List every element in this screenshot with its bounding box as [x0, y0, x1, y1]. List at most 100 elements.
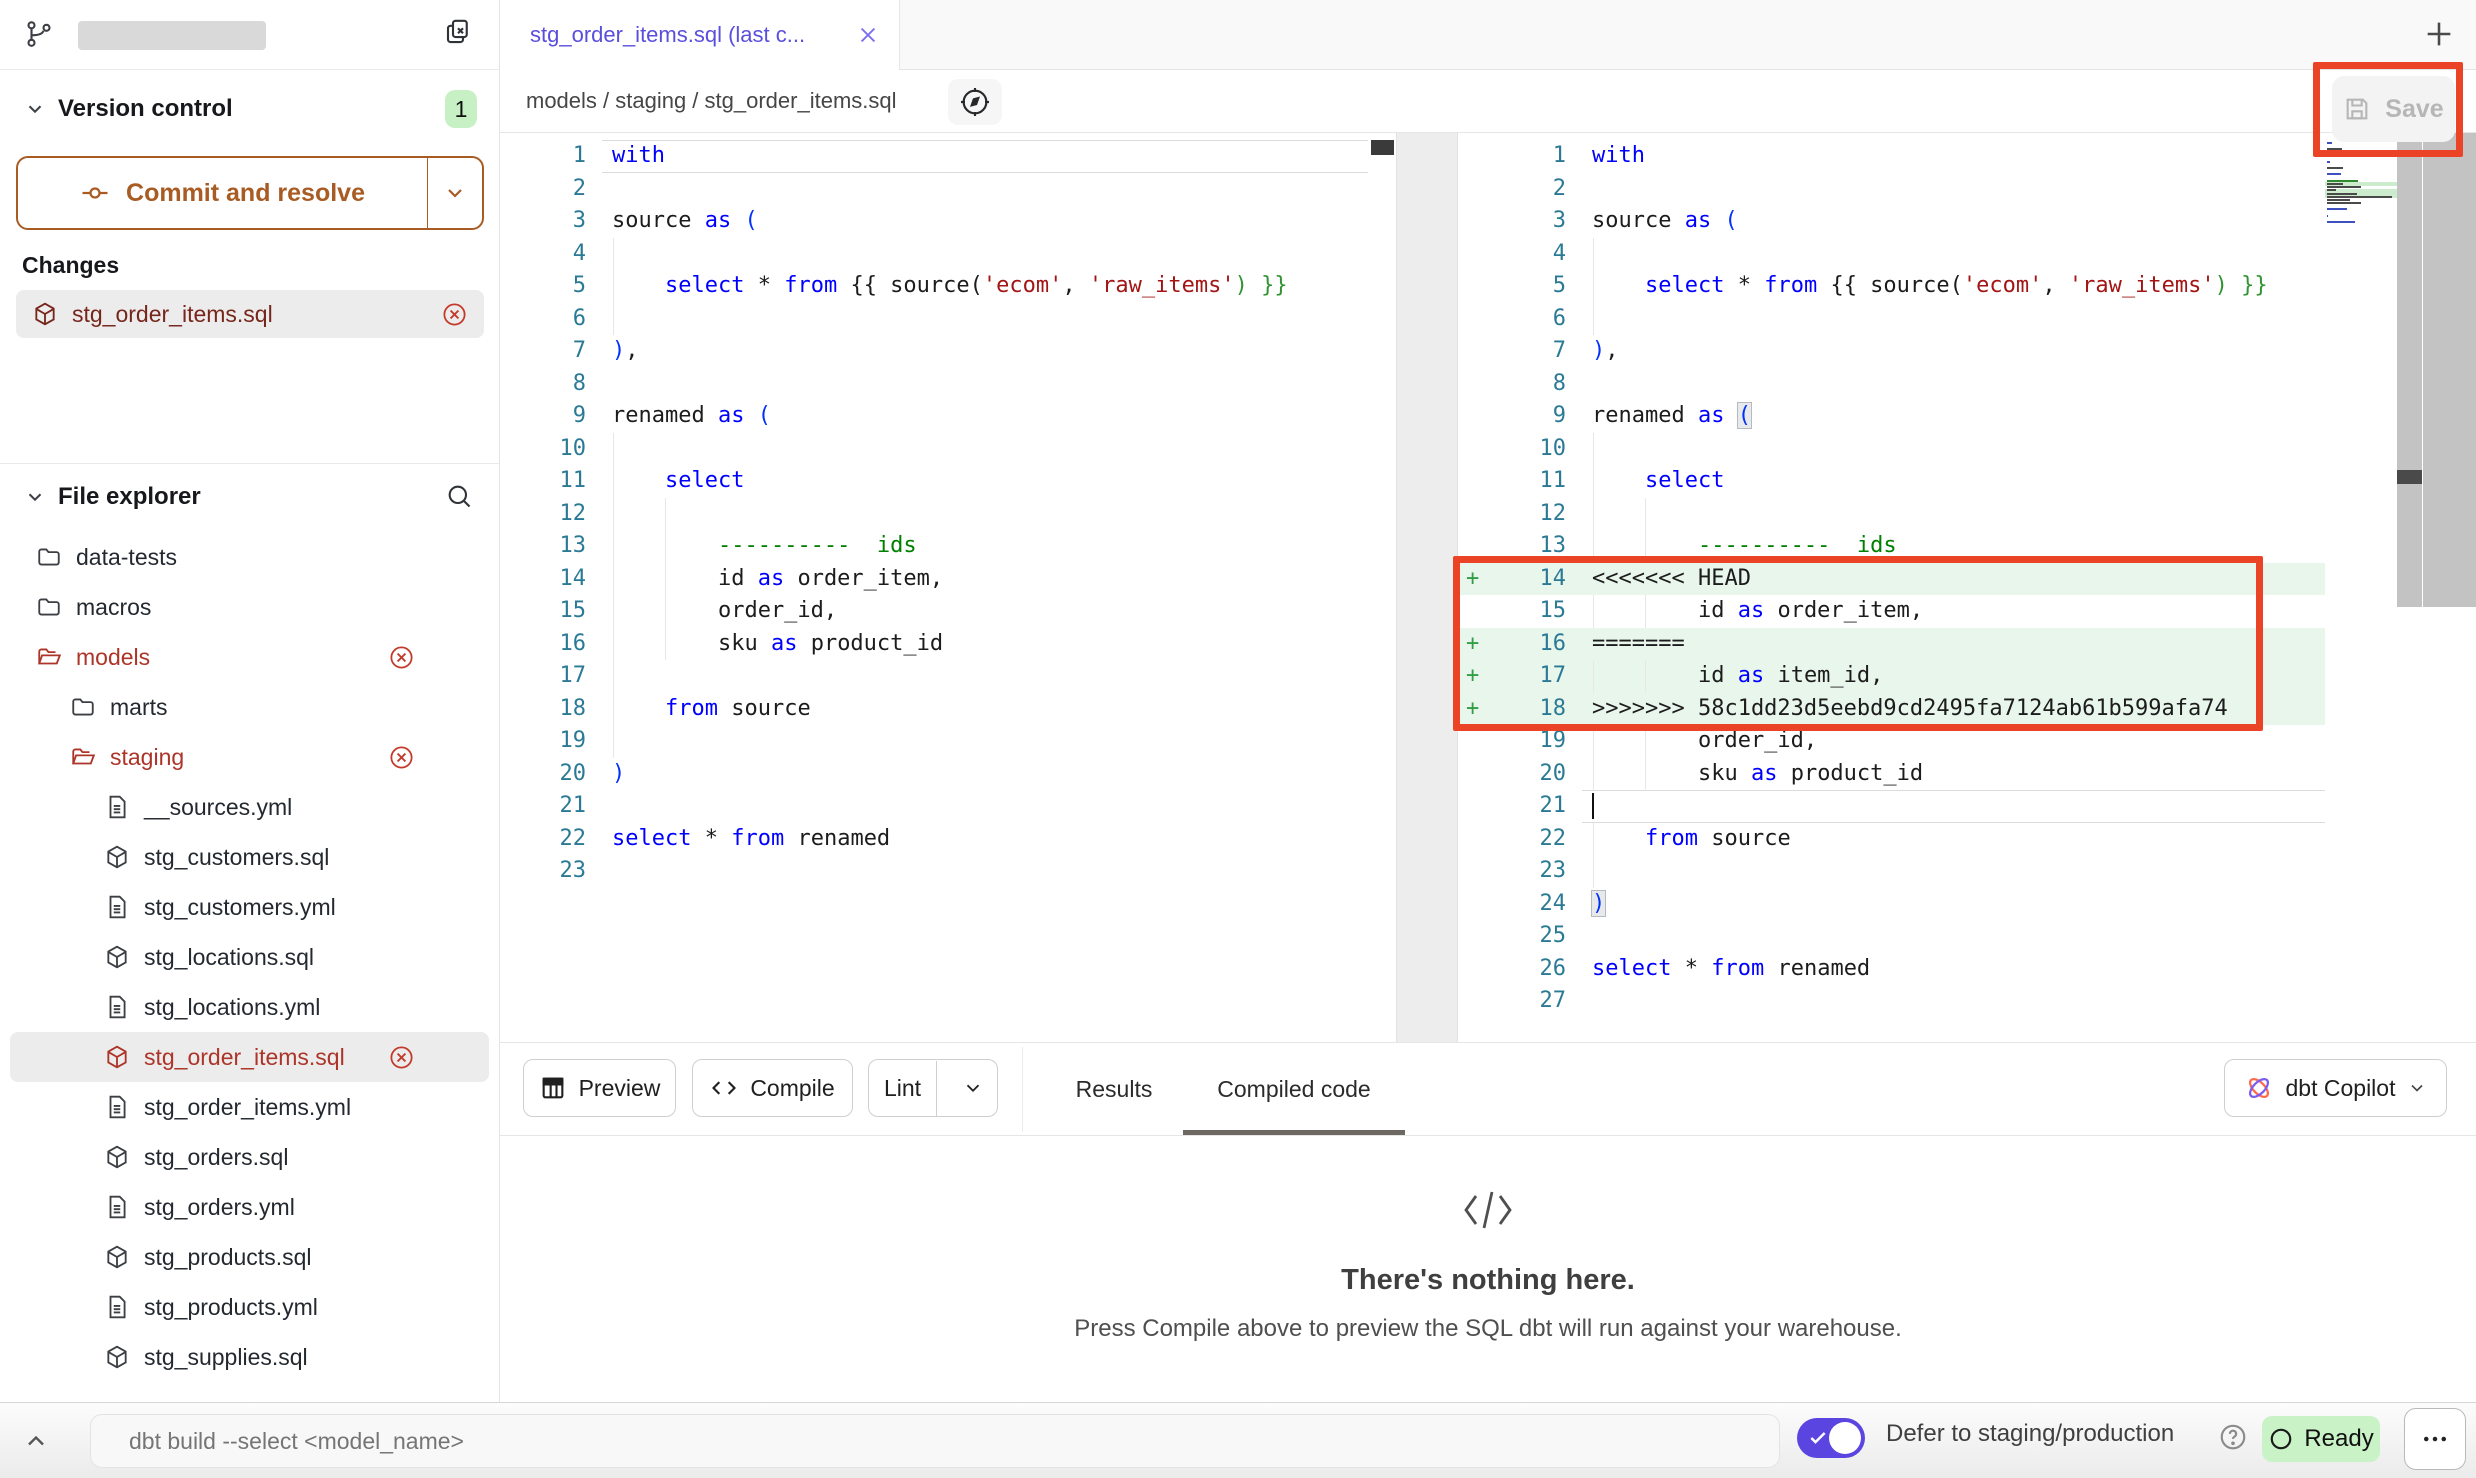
code-line[interactable]: 7), [1458, 335, 2325, 368]
dbt-copilot-button[interactable]: dbt Copilot [2224, 1059, 2447, 1117]
code-line[interactable]: 2 [500, 173, 1368, 206]
code-line[interactable]: 23 [1458, 855, 2325, 888]
file-row-macros[interactable]: macros [0, 582, 499, 632]
search-icon[interactable] [445, 482, 473, 510]
file-row-stg-locations-yml[interactable]: stg_locations.yml [0, 982, 499, 1032]
chevron-up-icon[interactable] [22, 1427, 50, 1455]
code-line[interactable]: 18 from source [500, 693, 1368, 726]
code-line[interactable]: 9renamed as ( [500, 400, 1368, 433]
close-icon[interactable] [857, 24, 879, 46]
changed-file-row[interactable]: stg_order_items.sql [16, 290, 484, 338]
code-line[interactable]: 13 ---------- ids [500, 530, 1368, 563]
chevron-down-icon[interactable] [24, 486, 46, 508]
file-row-data-tests[interactable]: data-tests [0, 532, 499, 582]
lint-button[interactable]: Lint [868, 1059, 998, 1117]
code-line[interactable]: 8 [1458, 368, 2325, 401]
file-row-stg-products-sql[interactable]: stg_products.sql [0, 1232, 499, 1282]
code-line[interactable]: 3source as ( [500, 205, 1368, 238]
code-line[interactable]: 3source as ( [1458, 205, 2325, 238]
code-line[interactable]: 20 sku as product_id [1458, 758, 2325, 791]
tab-results[interactable]: Results [1073, 1043, 1155, 1135]
code-line[interactable]: 12 [1458, 498, 2325, 531]
code-line[interactable]: +16======= [1458, 628, 2325, 661]
file-row-stg-customers-yml[interactable]: stg_customers.yml [0, 882, 499, 932]
file-row-stg-orders-sql[interactable]: stg_orders.sql [0, 1132, 499, 1182]
code-line[interactable]: 7), [500, 335, 1368, 368]
discard-changes-icon[interactable] [388, 1044, 415, 1071]
file-row--sources-yml[interactable]: __sources.yml [0, 782, 499, 832]
new-tab-button[interactable] [2422, 17, 2456, 51]
right-editor-scrollbar-track[interactable] [2397, 133, 2422, 607]
code-line[interactable]: 25 [1458, 920, 2325, 953]
code-line[interactable]: 22select * from renamed [500, 823, 1368, 856]
code-line[interactable]: 12 [500, 498, 1368, 531]
discard-changes-icon[interactable] [441, 301, 468, 328]
file-explorer-header[interactable]: File explorer [0, 478, 499, 516]
code-line[interactable]: 27 [1458, 985, 2325, 1018]
code-line[interactable]: 26select * from renamed [1458, 953, 2325, 986]
command-input[interactable] [90, 1414, 1780, 1468]
save-button[interactable]: Save [2332, 76, 2455, 142]
file-row-stg-supplies-sql[interactable]: stg_supplies.sql [0, 1332, 499, 1382]
code-line[interactable]: 15 id as order_item, [1458, 595, 2325, 628]
lint-options-caret[interactable] [949, 1077, 997, 1099]
code-line[interactable]: 10 [500, 433, 1368, 466]
code-line[interactable]: 1with [500, 140, 1368, 173]
editor-pane-original[interactable]: 1with23source as (45 select * from {{ so… [500, 133, 1396, 1042]
chevron-down-icon[interactable] [24, 98, 46, 120]
code-line[interactable]: 6 [500, 303, 1368, 336]
code-line[interactable]: 10 [1458, 433, 2325, 466]
code-line[interactable]: 16 sku as product_id [500, 628, 1368, 661]
file-row-staging[interactable]: staging [0, 732, 499, 782]
left-editor-scrollbar-thumb[interactable] [1371, 140, 1394, 155]
code-line[interactable]: 14 id as order_item, [500, 563, 1368, 596]
code-line[interactable]: 15 order_id, [500, 595, 1368, 628]
minimap[interactable] [2325, 141, 2397, 227]
discard-changes-icon[interactable] [388, 644, 415, 671]
code-line[interactable]: +18>>>>>>> 58c1dd23d5eebd9cd2495fa7124ab… [1458, 693, 2325, 726]
code-line[interactable]: 20) [500, 758, 1368, 791]
copy-icon[interactable] [443, 17, 473, 47]
code-line[interactable]: 5 select * from {{ source('ecom', 'raw_i… [1458, 270, 2325, 303]
code-line[interactable]: 17 [500, 660, 1368, 693]
commit-and-resolve-button[interactable]: Commit and resolve [16, 156, 484, 230]
code-line[interactable]: +17 id as item_id, [1458, 660, 2325, 693]
code-line[interactable]: 8 [500, 368, 1368, 401]
code-line[interactable]: 21 [500, 790, 1368, 823]
compile-button[interactable]: Compile [692, 1059, 853, 1117]
tab-stg-order-items[interactable]: stg_order_items.sql (last c... [500, 0, 900, 70]
code-line[interactable]: 9renamed as ( [1458, 400, 2325, 433]
tab-compiled-code[interactable]: Compiled code [1183, 1043, 1405, 1135]
code-line[interactable]: 19 [500, 725, 1368, 758]
editor-pane-divider[interactable] [1396, 133, 1458, 1042]
file-row-models[interactable]: models [0, 632, 499, 682]
file-row-stg-orders-yml[interactable]: stg_orders.yml [0, 1182, 499, 1232]
branch-name-placeholder[interactable] [78, 21, 266, 50]
code-line[interactable]: 5 select * from {{ source('ecom', 'raw_i… [500, 270, 1368, 303]
help-icon[interactable] [2218, 1422, 2248, 1452]
code-line[interactable]: +14<<<<<<< HEAD [1458, 563, 2325, 596]
code-line[interactable]: 23 [500, 855, 1368, 888]
editor-pane-modified[interactable]: 1with23source as (45 select * from {{ so… [1458, 133, 2476, 1042]
version-control-header[interactable]: Version control 1 [0, 90, 499, 128]
code-line[interactable]: 19 order_id, [1458, 725, 2325, 758]
code-line[interactable]: 11 select [1458, 465, 2325, 498]
defer-toggle[interactable] [1797, 1418, 1865, 1458]
file-row-marts[interactable]: marts [0, 682, 499, 732]
file-row-stg-order-items-sql[interactable]: stg_order_items.sql [10, 1032, 489, 1082]
code-line[interactable]: 13 ---------- ids [1458, 530, 2325, 563]
status-badge[interactable]: Ready [2262, 1416, 2380, 1462]
code-line[interactable]: 4 [500, 238, 1368, 271]
file-row-stg-locations-sql[interactable]: stg_locations.sql [0, 932, 499, 982]
code-line[interactable]: 1with [1458, 140, 2325, 173]
code-line[interactable]: 22 from source [1458, 823, 2325, 856]
breadcrumb[interactable]: models / staging / stg_order_items.sql [526, 70, 897, 132]
code-line[interactable]: 24) [1458, 888, 2325, 921]
preview-button[interactable]: Preview [523, 1059, 676, 1117]
code-line[interactable]: 2 [1458, 173, 2325, 206]
commit-options-caret[interactable] [428, 158, 482, 228]
right-editor-scrollbar-thumb[interactable] [2397, 470, 2422, 484]
file-row-stg-order-items-yml[interactable]: stg_order_items.yml [0, 1082, 499, 1132]
file-row-stg-customers-sql[interactable]: stg_customers.sql [0, 832, 499, 882]
code-line[interactable]: 11 select [500, 465, 1368, 498]
